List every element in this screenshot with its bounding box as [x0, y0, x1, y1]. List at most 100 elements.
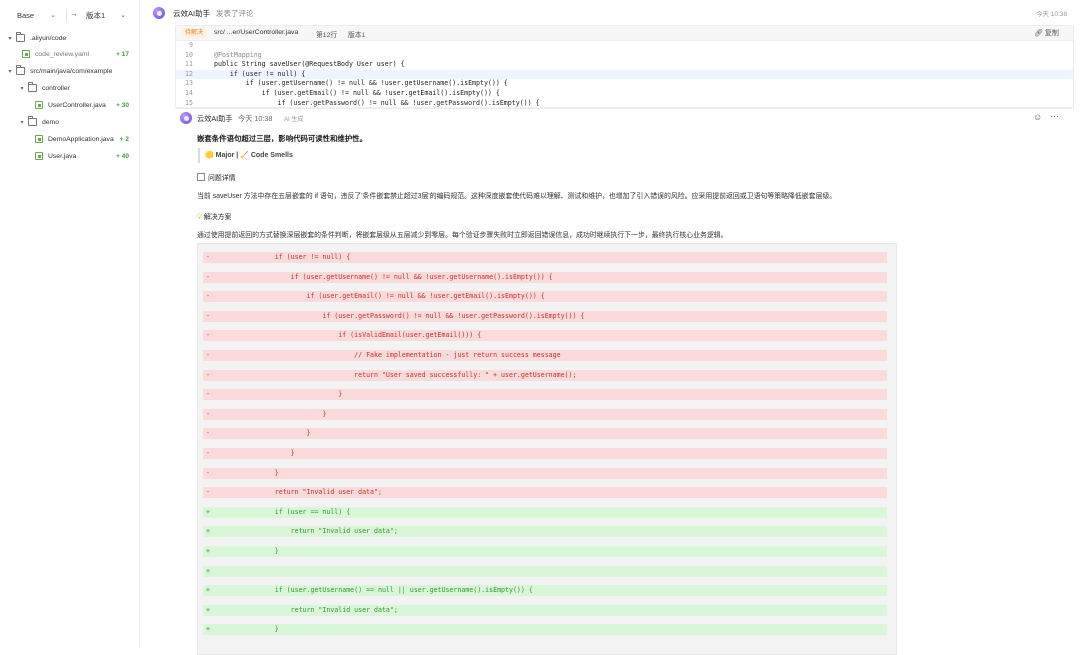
diff-sign: -	[206, 409, 210, 418]
target-version-select[interactable]: 版本1 ⌄	[81, 6, 131, 24]
diff-sign: -	[206, 292, 210, 301]
tree-folder-src[interactable]: ▾ src/main/java/com/example	[6, 64, 112, 78]
added-lines-count: + 30	[116, 101, 129, 109]
tree-folder-aliyun-code[interactable]: ▾ .aliyun/code	[6, 31, 66, 45]
solution-heading-label: 解决方案	[203, 214, 232, 221]
diff-sign: -	[206, 311, 210, 320]
diff-code: }	[243, 409, 327, 418]
diff-line-removed: - }	[203, 467, 887, 479]
folder-icon	[28, 82, 37, 92]
diff-line-added: +	[203, 565, 887, 577]
tree-file-code-review[interactable]: code_review.yaml + 17	[22, 47, 137, 61]
detail-heading-label: 问题详情	[208, 175, 236, 182]
diff-code: return "Invalid user data";	[243, 605, 398, 614]
more-options-icon[interactable]: ···	[1050, 111, 1059, 121]
file-path[interactable]: src/ ...er/UserController.java	[214, 29, 298, 36]
diff-code: // Fake implementation - just return suc…	[243, 351, 561, 359]
quote-bar	[198, 148, 200, 163]
diff-code: if (user.getUsername() == null || user.g…	[243, 586, 533, 595]
comment-time: 今天 10:38	[238, 114, 273, 123]
tree-file-label: code_review.yaml	[35, 50, 90, 58]
code-line: 14 if (user.getEmail() != null && !user.…	[176, 89, 1073, 99]
diff-sign: -	[206, 449, 210, 457]
diff-sign: +	[206, 527, 210, 536]
activity-time: 今天 10:38	[1036, 11, 1068, 18]
code-context-header: 待解决 src/ ...er/UserController.java 第12行 …	[176, 26, 1073, 41]
folder-icon	[16, 32, 25, 42]
arrow-right-icon: →	[70, 9, 78, 18]
base-version-select[interactable]: Base ⌄	[10, 6, 62, 24]
diff-sign: -	[206, 370, 210, 379]
tree-file-label: User.java	[48, 152, 77, 160]
code-line: 9	[176, 41, 1073, 51]
diff-line-removed: - return "User saved successfully: " + u…	[203, 369, 887, 381]
comment-title: 嵌套条件语句超过三层，影响代码可读性和维护性。	[197, 134, 367, 143]
divider	[175, 107, 1072, 108]
code-line: 13 if (user.getUsername() != null && !us…	[176, 79, 1073, 89]
file-icon	[35, 152, 43, 160]
diff-code: if (isValidEmail(user.getEmail())) {	[243, 331, 482, 340]
file-icon	[35, 101, 43, 109]
diff-line-removed: - if (user != null) {	[203, 252, 887, 263]
diff-sign: +	[206, 625, 210, 634]
diff-sign: -	[206, 272, 210, 281]
code-text: if (user != null) {	[214, 69, 306, 78]
diff-code: if (user.getUsername() != null && !user.…	[243, 272, 553, 281]
ai-assistant-avatar	[153, 7, 165, 19]
caret-down-icon: ▾	[8, 68, 12, 75]
folder-icon	[16, 65, 25, 75]
activity-author[interactable]: 云效AI助手	[173, 8, 210, 19]
chevron-down-icon: ⌄	[50, 12, 56, 19]
diff-sign: -	[206, 351, 210, 359]
diff-line-added: + return "Invalid user data";	[203, 526, 887, 538]
caret-down-icon: ▾	[8, 35, 12, 42]
diff-sign: +	[206, 507, 210, 516]
diff-sign: +	[206, 605, 210, 614]
detail-text: 当前 saveUser 方法中存在五层嵌套的 if 语句，违反了'条件嵌套禁止超…	[197, 193, 837, 200]
code-line: 10 @PostMapping	[176, 51, 1073, 61]
diff-sign: +	[206, 566, 210, 575]
added-lines-count: + 2	[119, 135, 129, 143]
diff-line-removed: - }	[203, 408, 887, 420]
tree-file-user[interactable]: User.java + 40	[35, 149, 137, 163]
diff-line-removed: - if (user.getUsername() != null && !use…	[203, 271, 887, 283]
diff-code: if (user == null) {	[243, 507, 351, 516]
diff-code: }	[243, 625, 279, 634]
diff-sign: +	[206, 586, 210, 595]
tree-file-label: UserController.java	[48, 101, 106, 109]
document-icon	[197, 173, 205, 181]
tree-folder-label: demo	[42, 118, 60, 126]
comment-author[interactable]: 云效AI助手	[197, 114, 233, 124]
file-icon	[22, 50, 30, 58]
tree-file-demoapplication[interactable]: DemoApplication.java + 2	[35, 132, 137, 146]
diff-line-added: + }	[203, 546, 887, 557]
code-text: public String saveUser(@RequestBody User…	[214, 60, 405, 69]
tree-folder-controller[interactable]: ▾ controller	[18, 81, 70, 95]
diff-line-removed: - if (isValidEmail(user.getEmail())) {	[203, 330, 887, 342]
diff-code: if (user.getEmail() != null && !user.get…	[243, 292, 545, 301]
diff-sign: -	[206, 429, 210, 438]
line-number: 13	[185, 79, 193, 88]
diff-line-removed: - // Fake implementation - just return s…	[203, 350, 887, 361]
diff-code: if (user != null) {	[243, 253, 351, 261]
diff-line-removed: - }	[203, 448, 887, 459]
tree-folder-demo[interactable]: ▾ demo	[18, 115, 59, 129]
status-badge: 待解决	[182, 28, 207, 38]
diff-sign: -	[206, 488, 210, 497]
diff-code: }	[243, 547, 279, 555]
emoji-reaction-icon[interactable]: ☺	[1033, 112, 1042, 122]
diff-sign: -	[206, 331, 210, 340]
tree-folder-label: src/main/java/com/example	[30, 67, 113, 75]
line-number-label: 第12行	[316, 32, 338, 39]
line-number: 12	[185, 69, 193, 78]
copy-button[interactable]: 🔗︎ 复制	[1034, 28, 1059, 38]
line-number: 10	[185, 50, 193, 59]
diff-line-removed: - return "Invalid user data";	[203, 487, 887, 499]
tree-file-label: DemoApplication.java	[48, 135, 114, 143]
diff-sign: -	[206, 253, 210, 261]
copy-label: 复制	[1044, 30, 1059, 37]
tree-file-usercontroller[interactable]: UserController.java + 30	[35, 98, 137, 112]
activity-action: 发表了评论	[216, 9, 254, 18]
diff-line-added: + return "Invalid user data";	[203, 604, 887, 616]
diff-line-added: + }	[203, 624, 887, 636]
